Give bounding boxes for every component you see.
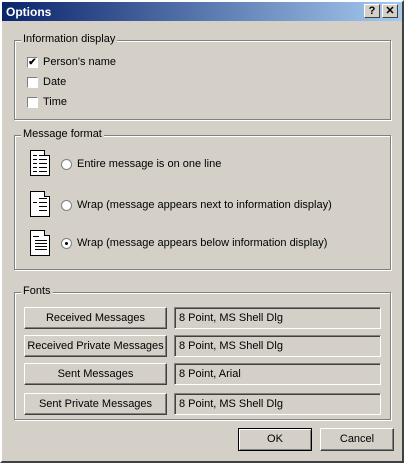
information-display-group: Information display ✔ Person's name Date… — [14, 33, 391, 120]
wrap-next-label[interactable]: Wrap (message appears next to informatio… — [77, 199, 332, 211]
fonts-legend: Fonts — [21, 285, 53, 297]
check-icon: ✔ — [28, 57, 37, 68]
time-label[interactable]: Time — [43, 96, 67, 108]
cancel-button[interactable]: Cancel — [320, 428, 394, 451]
persons-name-checkbox[interactable]: ✔ — [27, 57, 38, 68]
window-title: Options — [6, 5, 52, 19]
message-format-legend: Message format — [21, 128, 104, 140]
time-checkbox[interactable] — [27, 97, 38, 108]
sent-private-messages-font-field: 8 Point, MS Shell Dlg — [174, 393, 381, 415]
message-format-group: Message format Entire message is on one … — [14, 128, 391, 270]
received-messages-font-field: 8 Point, MS Shell Dlg — [174, 307, 381, 329]
wrap-below-radio[interactable] — [61, 238, 72, 249]
one-line-doc-icon — [30, 150, 50, 176]
information-display-legend: Information display — [21, 33, 118, 45]
close-icon: ✕ — [385, 5, 395, 17]
one-line-label[interactable]: Entire message is on one line — [77, 158, 221, 170]
ok-button[interactable]: OK — [238, 428, 312, 451]
wrap-below-doc-icon — [30, 230, 50, 256]
help-button[interactable]: ? — [364, 4, 380, 18]
sent-messages-button[interactable]: Sent Messages — [24, 363, 167, 385]
title-bar[interactable]: Options ? ✕ — [2, 2, 402, 21]
options-dialog: Options ? ✕ Information display ✔ Person… — [0, 0, 404, 463]
close-button[interactable]: ✕ — [382, 4, 398, 18]
date-label[interactable]: Date — [43, 76, 66, 88]
one-line-radio[interactable] — [61, 159, 72, 170]
persons-name-label[interactable]: Person's name — [43, 56, 116, 68]
wrap-below-label[interactable]: Wrap (message appears below information … — [77, 237, 327, 249]
wrap-next-radio[interactable] — [61, 200, 72, 211]
sent-messages-font-field: 8 Point, Arial — [174, 363, 381, 385]
sent-private-messages-button[interactable]: Sent Private Messages — [24, 393, 167, 415]
date-checkbox[interactable] — [27, 77, 38, 88]
received-messages-button[interactable]: Received Messages — [24, 307, 167, 329]
received-private-messages-font-field: 8 Point, MS Shell Dlg — [174, 335, 381, 357]
received-private-messages-button[interactable]: Received Private Messages — [24, 335, 167, 357]
fonts-group: Fonts Received Messages 8 Point, MS Shel… — [14, 285, 391, 420]
wrap-next-doc-icon — [30, 191, 50, 217]
